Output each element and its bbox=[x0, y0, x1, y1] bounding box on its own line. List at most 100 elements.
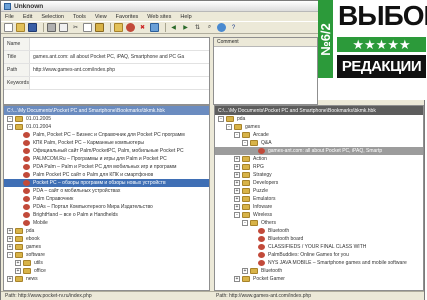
tree-bookmark-row[interactable]: Palm Pocket PC сайт о Palm для КПК и сма… bbox=[4, 171, 209, 179]
help-icon[interactable]: ? bbox=[229, 23, 238, 32]
expand-icon[interactable]: + bbox=[234, 276, 240, 282]
tree-folder-row[interactable]: + Bluetooth bbox=[215, 267, 423, 275]
copy-icon[interactable] bbox=[83, 23, 92, 32]
tree-bookmark-row[interactable]: PDA Palm – Palm и Pocket PC для мобильны… bbox=[4, 163, 209, 171]
collapse-icon[interactable]: - bbox=[7, 116, 13, 122]
tree-folder-row[interactable]: + RPG bbox=[215, 163, 423, 171]
menu-tools[interactable]: Tools bbox=[73, 14, 86, 20]
menu-edit[interactable]: Edit bbox=[23, 14, 32, 20]
tree-folder-row[interactable]: - software bbox=[4, 251, 209, 259]
collapse-icon[interactable]: - bbox=[242, 220, 248, 226]
expand-icon[interactable]: + bbox=[234, 180, 240, 186]
open-folder-icon[interactable] bbox=[16, 23, 25, 32]
collapse-icon[interactable]: - bbox=[7, 252, 13, 258]
tree-bookmark-row[interactable]: Pocket PC – обзоры программ и обзоры нов… bbox=[4, 179, 209, 187]
tree-folder-row[interactable]: + Puzzle bbox=[215, 187, 423, 195]
add-link-icon[interactable] bbox=[126, 23, 135, 32]
menu-help[interactable]: Help bbox=[180, 14, 191, 20]
collapse-icon[interactable]: - bbox=[242, 140, 248, 146]
tree-folder-row[interactable]: + games bbox=[4, 243, 209, 251]
left-bookmark-pane[interactable]: C:\...\My Documents\Pocket PC and Smartp… bbox=[3, 105, 210, 291]
tree-folder-row[interactable]: + Developers bbox=[215, 179, 423, 187]
tree-bookmark-row[interactable]: КПК Palm, Pocket PC – Карманные компьюте… bbox=[4, 139, 209, 147]
search-icon[interactable]: ⌕ bbox=[205, 23, 214, 32]
collapse-icon[interactable]: - bbox=[234, 132, 240, 138]
menu-web-sites[interactable]: Web sites bbox=[147, 14, 171, 20]
expand-icon[interactable]: + bbox=[242, 268, 248, 274]
comment-panel[interactable]: Comment bbox=[213, 37, 318, 105]
expand-icon[interactable]: + bbox=[234, 188, 240, 194]
collapse-icon[interactable]: - bbox=[7, 124, 13, 130]
tree-folder-row[interactable]: - 01.01.2005 bbox=[4, 115, 209, 123]
tree-bookmark-row[interactable]: Bluetooth bbox=[215, 227, 423, 235]
new-file-icon[interactable] bbox=[4, 23, 13, 32]
sort-icon[interactable]: ⇅ bbox=[193, 23, 202, 32]
expand-icon[interactable]: + bbox=[7, 244, 13, 250]
tree-folder-row[interactable]: + Infoware bbox=[215, 203, 423, 211]
tree-folder-row[interactable]: + utils bbox=[4, 259, 209, 267]
folder-icon bbox=[15, 276, 23, 282]
expand-icon[interactable]: + bbox=[15, 268, 21, 274]
tree-bookmark-row[interactable]: Официальный сайт Palm/PocketPC, Palm, мо… bbox=[4, 147, 209, 155]
tree-folder-row[interactable]: - 01.01.2004 bbox=[4, 123, 209, 131]
add-folder-icon[interactable] bbox=[114, 23, 123, 32]
cut-icon[interactable]: ✂ bbox=[71, 23, 80, 32]
tree-bookmark-row[interactable]: NYS JAVA MOBILE – Smartphone games and m… bbox=[215, 259, 423, 267]
tree-item-label: BrightHand – все о Palm и Handhelds bbox=[33, 212, 118, 218]
expand-icon[interactable]: + bbox=[234, 156, 240, 162]
tree-folder-row[interactable]: - Others bbox=[215, 219, 423, 227]
tree-folder-row[interactable]: + Action bbox=[215, 155, 423, 163]
collapse-icon[interactable]: - bbox=[234, 212, 240, 218]
collapse-icon[interactable]: - bbox=[226, 124, 232, 130]
print-icon[interactable] bbox=[47, 23, 56, 32]
forward-arrow-icon[interactable]: ▶ bbox=[181, 23, 190, 32]
properties-icon[interactable] bbox=[150, 23, 159, 32]
tree-folder-row[interactable]: - pda bbox=[215, 115, 423, 123]
path-field[interactable]: http://www.games-ant.com/index.php bbox=[30, 67, 209, 73]
tree-folder-row[interactable]: + office bbox=[4, 267, 209, 275]
title-field[interactable]: games.ant.com: all about Pocket PC, iPAQ… bbox=[30, 54, 209, 60]
expand-icon[interactable]: + bbox=[7, 276, 13, 282]
save-icon[interactable] bbox=[28, 23, 37, 32]
right-bookmark-pane[interactable]: C:\...\My Documents\Pocket PC and Smartp… bbox=[214, 105, 424, 291]
globe-icon[interactable] bbox=[217, 23, 226, 32]
expand-icon[interactable]: + bbox=[234, 196, 240, 202]
tree-bookmark-row[interactable]: Palm, Pocket PC – Бизнес и Справочник дл… bbox=[4, 131, 209, 139]
tree-folder-row[interactable]: - Wireless bbox=[215, 211, 423, 219]
tree-bookmark-row[interactable]: PalmBuddies: Online Games for you bbox=[215, 251, 423, 259]
tree-bookmark-row[interactable]: Palm Справочник bbox=[4, 195, 209, 203]
expand-icon[interactable]: + bbox=[234, 164, 240, 170]
menu-selection[interactable]: Selection bbox=[41, 14, 64, 20]
tree-bookmark-row[interactable]: Bluetooth board bbox=[215, 235, 423, 243]
tree-bookmark-row[interactable]: BrightHand – все о Palm и Handhelds bbox=[4, 211, 209, 219]
tree-bookmark-row[interactable]: PDAs – Портал Компьютерного Мира Издател… bbox=[4, 203, 209, 211]
tree-folder-row[interactable]: + ebook bbox=[4, 235, 209, 243]
tree-bookmark-row[interactable]: Mobile bbox=[4, 219, 209, 227]
tree-folder-row[interactable]: + pda bbox=[4, 227, 209, 235]
collapse-icon[interactable]: - bbox=[218, 116, 224, 122]
tree-bookmark-row[interactable]: PDA – сайт о мобильных устройствах bbox=[4, 187, 209, 195]
menu-file[interactable]: File bbox=[5, 14, 14, 20]
tree-folder-row[interactable]: + Strategy bbox=[215, 171, 423, 179]
menu-view[interactable]: View bbox=[95, 14, 107, 20]
delete-icon[interactable]: ✖ bbox=[138, 23, 147, 32]
find-icon[interactable] bbox=[59, 23, 68, 32]
tree-folder-row[interactable]: + news bbox=[4, 275, 209, 283]
tree-folder-row[interactable]: + Emulators bbox=[215, 195, 423, 203]
expand-icon[interactable]: + bbox=[234, 172, 240, 178]
tree-bookmark-row[interactable]: games-ant.com: all about Pocket PC, iPAQ… bbox=[215, 147, 423, 155]
tree-folder-row[interactable]: - games bbox=[215, 123, 423, 131]
expand-icon[interactable]: + bbox=[7, 228, 13, 234]
tree-bookmark-row[interactable]: PALMCOM.Ru – Программы и игры для Palm и… bbox=[4, 155, 209, 163]
tree-folder-row[interactable]: - Q&A bbox=[215, 139, 423, 147]
tree-folder-row[interactable]: + Pocket Gamer bbox=[215, 275, 423, 283]
expand-icon[interactable]: + bbox=[15, 260, 21, 266]
tree-folder-row[interactable]: - Arcade bbox=[215, 131, 423, 139]
expand-icon[interactable]: + bbox=[234, 204, 240, 210]
back-arrow-icon[interactable]: ◀ bbox=[169, 23, 178, 32]
expand-icon[interactable]: + bbox=[7, 236, 13, 242]
menu-favorites[interactable]: Favorites bbox=[116, 14, 139, 20]
right-status: Path: http://www.games-ant.com/index.php bbox=[216, 293, 312, 299]
tree-bookmark-row[interactable]: CLASSIFIEDS / YOUR FINAL CLASS WITH bbox=[215, 243, 423, 251]
paste-icon[interactable] bbox=[95, 23, 104, 32]
